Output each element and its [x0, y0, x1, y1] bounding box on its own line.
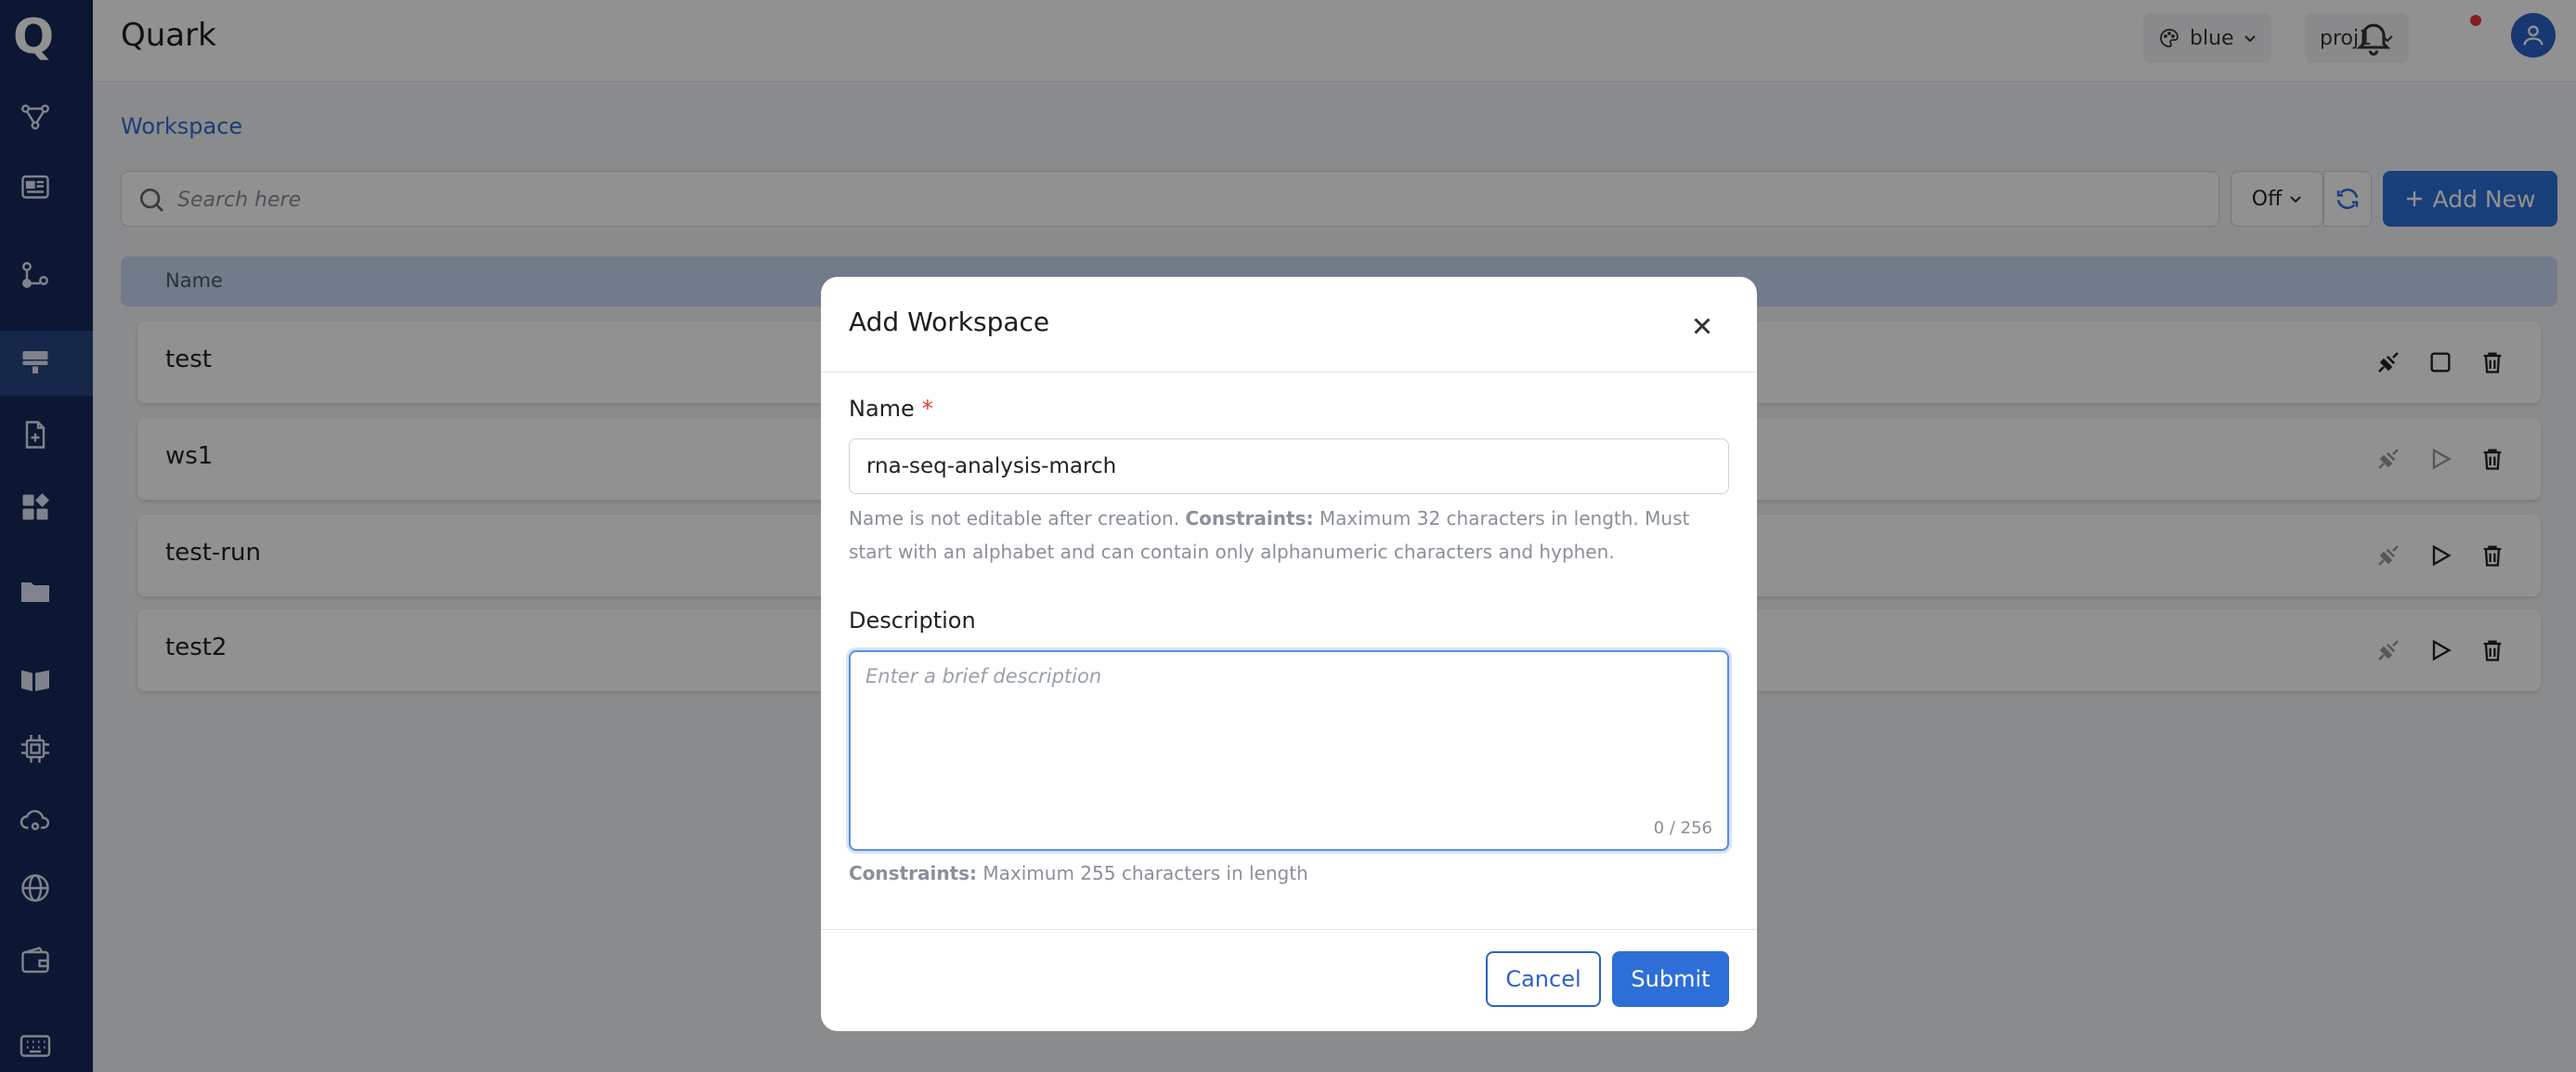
name-help-prefix: Name is not editable after creation.	[849, 507, 1180, 529]
description-box: 0 / 256	[849, 650, 1729, 851]
description-field[interactable]	[865, 665, 1711, 814]
close-icon[interactable]	[1688, 312, 1716, 340]
name-label-text: Name	[849, 396, 915, 422]
name-help-text: Name is not editable after creation. Con…	[849, 502, 1729, 569]
submit-button[interactable]: Submit	[1612, 951, 1729, 1007]
divider	[821, 929, 1757, 930]
description-help: Maximum 255 characters in length	[982, 862, 1308, 884]
constraints-label: Constraints:	[849, 862, 978, 884]
name-field[interactable]	[849, 438, 1729, 494]
character-counter: 0 / 256	[1653, 818, 1712, 838]
required-marker: *	[921, 396, 933, 422]
name-label: Name *	[849, 396, 933, 422]
divider	[821, 372, 1757, 373]
constraints-label: Constraints:	[1185, 507, 1314, 529]
cancel-button[interactable]: Cancel	[1486, 951, 1601, 1007]
description-label: Description	[849, 608, 976, 634]
dialog-title: Add Workspace	[849, 307, 1050, 337]
description-help-text: Constraints: Maximum 255 characters in l…	[849, 856, 1729, 890]
add-workspace-dialog: Add Workspace Name* Name is not editable…	[821, 277, 1757, 1031]
